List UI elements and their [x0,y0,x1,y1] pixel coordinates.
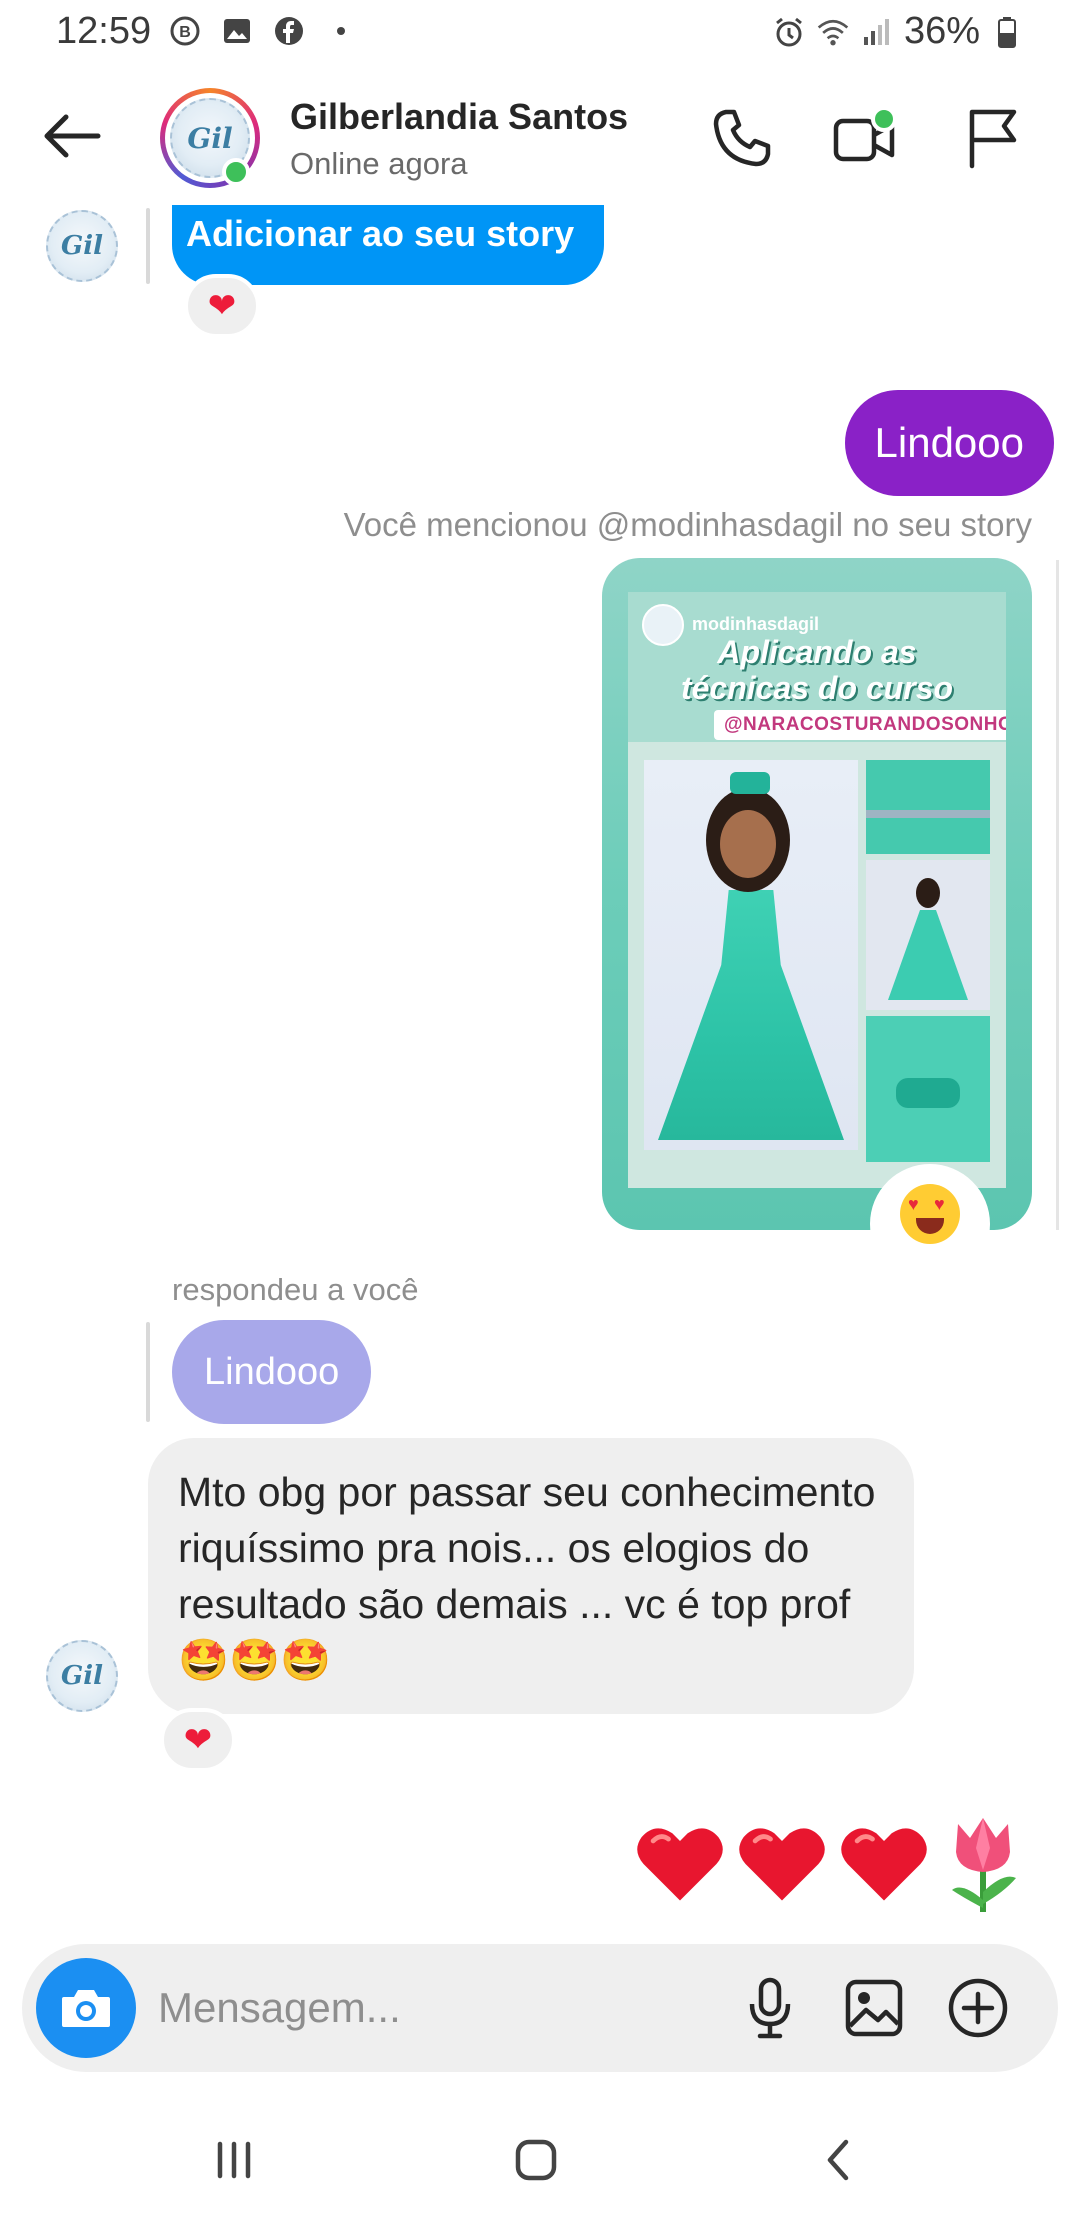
story-emoji-reaction[interactable]: ♥ ♥ [870,1164,990,1284]
received-message[interactable]: Mto obg por passar seu conhecimento riqu… [148,1438,914,1714]
voice-call-button[interactable] [702,98,782,178]
heart-emoji-icon [841,1828,927,1901]
sender-avatar[interactable]: Gil [46,1640,118,1712]
heart-icon: ❤ [207,287,237,325]
recents-button[interactable] [194,2132,274,2188]
quoted-message[interactable]: Lindooo [172,1320,372,1424]
gallery-notification-icon [220,14,254,48]
story-share-card[interactable]: modinhasdagil Aplicando as técnicas do c… [602,558,1032,1230]
microphone-icon [749,1977,791,2039]
story-title-line1: Aplicando as [717,634,917,670]
sent-message[interactable]: Lindooo [844,390,1054,496]
message-input[interactable] [158,1978,678,2038]
battery-icon [990,15,1024,49]
add-to-story-button[interactable]: Adicionar ao seu story [172,205,604,285]
gallery-button[interactable] [834,1968,914,2048]
status-notification-icons: B [168,14,358,48]
story-username: modinhasdagil [692,614,820,634]
story-preview: modinhasdagil Aplicando as técnicas do c… [628,592,1006,1188]
status-time: 12:59 [56,10,152,52]
status-bar: 12:59 B 36% [0,0,1080,66]
story-mention-tag: @NARACOSTURANDOSONHOS [714,710,1006,740]
home-button[interactable] [496,2132,576,2188]
bixby-icon: B [168,14,202,48]
chat-header: Gil Gilberlandia Santos Online agora [0,70,1080,200]
alarm-icon [772,15,806,49]
voice-message-button[interactable] [730,1968,810,2048]
report-flag-button[interactable] [952,98,1032,178]
heart-reaction[interactable]: ❤ [160,1708,236,1772]
battery-percentage: 36% [903,10,980,52]
story-detail-photo [866,860,990,1010]
reply-divider [146,1322,150,1422]
scroll-indicator [1056,560,1059,1230]
flag-icon [969,109,1017,169]
image-icon [845,1979,903,2037]
heart-reaction[interactable]: ❤ [184,274,260,338]
message-composer [22,1944,1058,2072]
contact-name[interactable]: Gilberlandia Santos [290,96,628,138]
more-options-button[interactable] [938,1968,1018,2048]
back-arrow-icon [44,114,101,158]
story-detail-photo [866,760,990,854]
status-system-icons: 36% [772,10,1024,53]
story-title-line2: técnicas do curso [680,670,954,706]
heart-eyes-emoji-icon: ♥ ♥ [900,1184,960,1244]
replied-label: respondeu a você [172,1272,419,1307]
svg-text:B: B [179,24,191,41]
heart-emoji-icon [637,1828,723,1901]
signal-icon [860,15,894,49]
recents-icon [217,2141,251,2179]
video-camera-icon [833,106,897,162]
facebook-icon [272,14,306,48]
home-icon [515,2139,557,2181]
video-call-button[interactable] [826,98,906,178]
plus-circle-icon [948,1978,1008,2038]
story-mention-label: Você mencionou @modinhasdagil no seu sto… [343,506,1032,543]
online-indicator [222,158,250,186]
wifi-icon [816,15,850,49]
system-navigation-bar [0,2098,1080,2220]
story-main-photo [644,760,858,1150]
sender-avatar[interactable]: Gil [46,210,118,282]
contact-status: Online agora [290,146,468,181]
heart-emoji-icon [739,1828,825,1901]
reply-divider [146,208,150,284]
more-dot-icon [324,14,358,48]
heart-icon: ❤ [183,1721,213,1759]
back-button[interactable] [38,106,108,166]
chevron-left-icon [827,2139,849,2181]
camera-button[interactable] [36,1958,136,2058]
emoji-message[interactable] [632,1812,1028,1916]
tulip-emoji-icon [952,1818,1016,1912]
system-back-button[interactable] [798,2132,878,2188]
story-detail-photo [866,1016,990,1162]
camera-icon [62,1990,110,2027]
phone-icon [713,109,771,167]
